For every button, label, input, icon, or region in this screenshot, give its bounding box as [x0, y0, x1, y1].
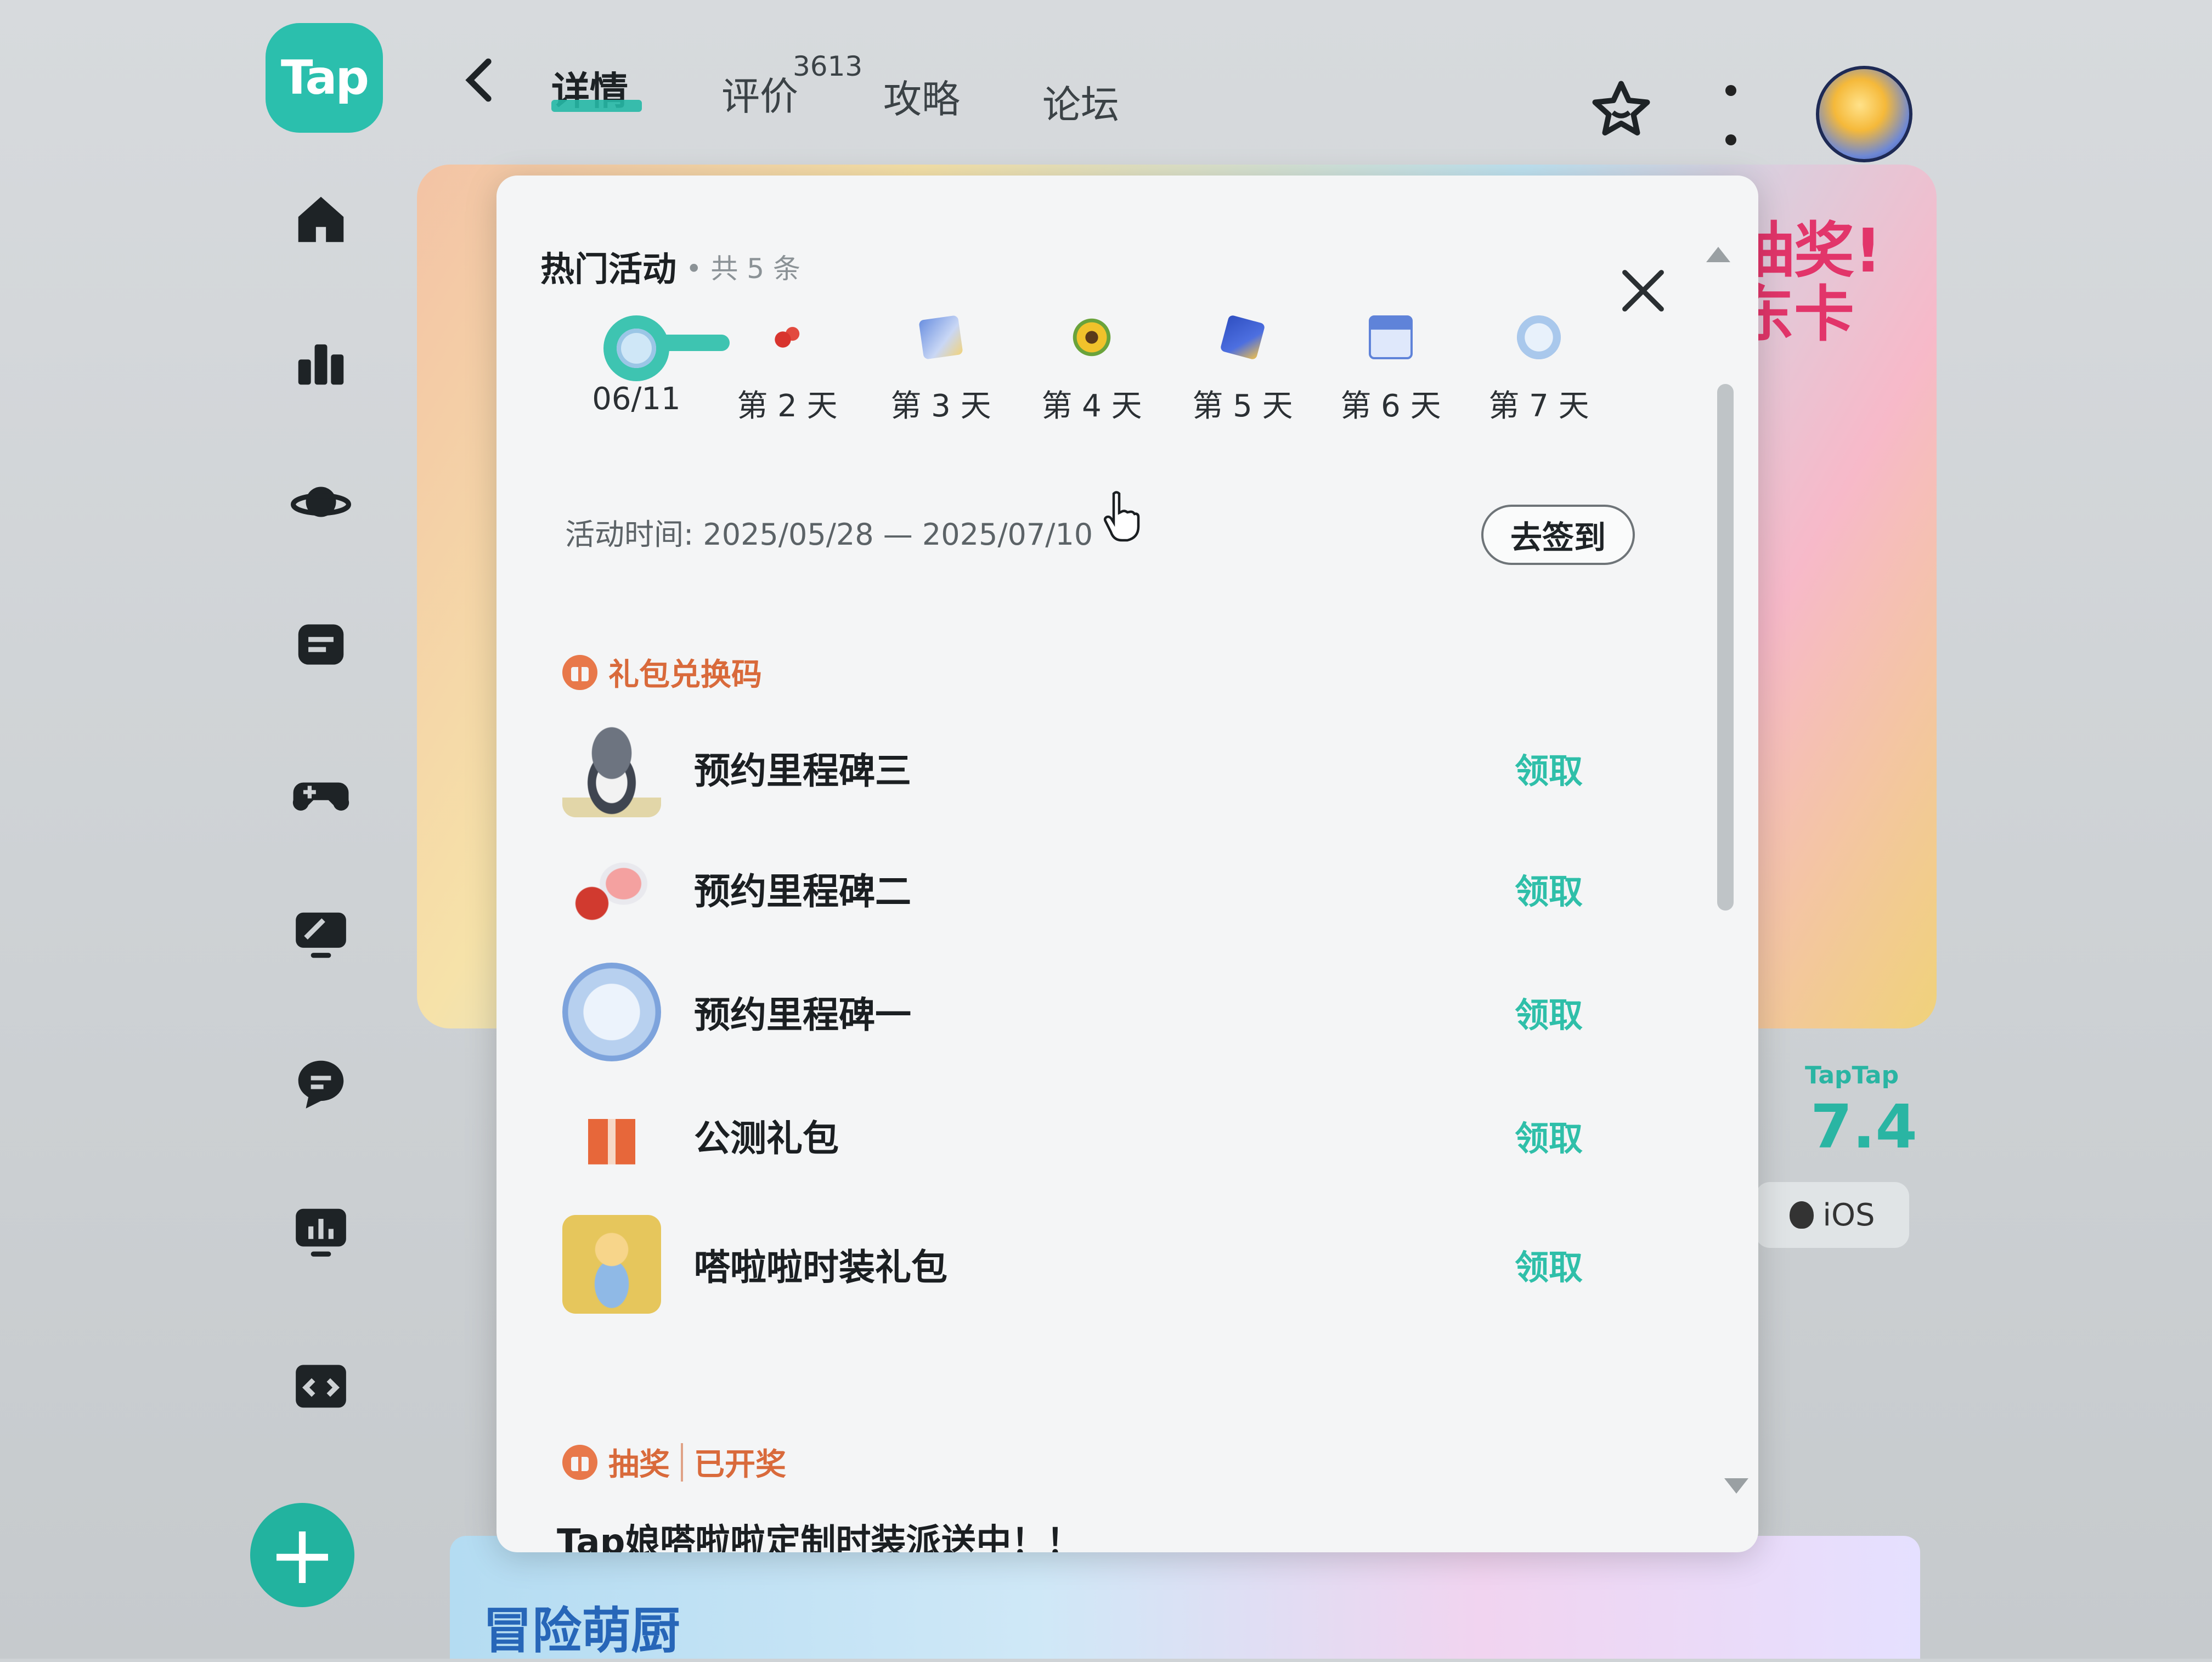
gift-name: 预约里程碑三 — [694, 750, 911, 792]
gift-name: 嗒啦啦时装礼包 — [694, 1246, 947, 1288]
scroll-up-icon[interactable] — [1706, 247, 1730, 262]
lottery-gift-icon — [562, 1444, 597, 1480]
add-button[interactable]: + — [250, 1503, 354, 1607]
plate-icon — [562, 963, 661, 1061]
tab-guides[interactable]: 攻略 — [883, 69, 960, 124]
gift-icon — [562, 654, 597, 690]
gamepad-icon[interactable] — [285, 757, 357, 828]
signin-day[interactable]: 第 6 天 — [1336, 315, 1446, 426]
signin-day-label: 06/11 — [592, 381, 681, 417]
reward-book-icon — [1220, 314, 1266, 360]
reward-card-icon — [1369, 315, 1413, 359]
signin-day-label: 第 5 天 — [1192, 388, 1293, 424]
taptap-logo[interactable]: Tap — [266, 23, 383, 133]
stats-icon[interactable] — [285, 1196, 357, 1267]
gift-box-icon — [562, 1086, 661, 1185]
penguin-character-icon — [562, 719, 661, 817]
cloud-play-icon[interactable] — [285, 900, 357, 971]
tab-reviews[interactable]: 评价 — [721, 66, 798, 121]
active-tab-indicator — [551, 100, 642, 112]
hot-activities-modal: 热门活动 • 共 5 条 06/11 第 2 天 第 3 天 第 4 天 第 5… — [496, 176, 1758, 1552]
gift-codes-header: 礼包兑换码 — [562, 650, 762, 694]
signin-day[interactable]: 06/11 — [582, 315, 691, 417]
reward-berries-icon — [765, 315, 809, 359]
chat-bubble-icon[interactable] — [285, 1048, 357, 1119]
scrollbar[interactable] — [1717, 384, 1734, 911]
claim-button[interactable]: 领取 — [1515, 1240, 1583, 1289]
platform-button[interactable]: iOS — [1756, 1182, 1909, 1248]
user-avatar[interactable] — [1816, 66, 1912, 162]
modal-title: 热门活动 — [540, 249, 677, 289]
signin-day-label: 第 7 天 — [1488, 388, 1589, 424]
gift-codes-title: 礼包兑换码 — [608, 657, 762, 693]
reviews-count: 3613 — [793, 50, 863, 82]
lottery-title: 抽奖 — [608, 1447, 670, 1483]
signin-day-label: 第 3 天 — [890, 388, 991, 424]
apple-icon — [1790, 1201, 1814, 1229]
signin-day-label: 第 4 天 — [1041, 388, 1142, 424]
divider — [681, 1443, 683, 1482]
favorite-star-icon[interactable] — [1588, 77, 1654, 143]
gift-item[interactable]: 预约里程碑二 领取 — [562, 839, 1583, 938]
rating-value: 7.4 — [1810, 1092, 1917, 1162]
signin-day[interactable]: 第 4 天 — [1037, 315, 1147, 426]
code-icon[interactable] — [285, 1349, 357, 1421]
claim-button[interactable]: 领取 — [1515, 1111, 1583, 1160]
hand-cursor-icon — [1103, 488, 1141, 543]
bottom-banner-title: 冒险萌厨 — [483, 1602, 680, 1660]
signin-day[interactable]: 第 2 天 — [732, 315, 842, 426]
signin-button[interactable]: 去签到 — [1481, 505, 1635, 565]
signin-day-label: 第 6 天 — [1340, 388, 1441, 424]
more-options-icon[interactable] — [1720, 85, 1742, 145]
reward-flower-icon — [1070, 315, 1114, 359]
tab-forum[interactable]: 论坛 — [1042, 74, 1119, 129]
close-icon[interactable] — [1616, 263, 1671, 318]
rating-brand: TapTap — [1805, 1061, 1899, 1089]
signin-day[interactable]: 第 5 天 — [1188, 314, 1297, 426]
drink-and-fruit-icon — [562, 839, 661, 938]
signin-day[interactable]: 第 7 天 — [1484, 315, 1594, 426]
signin-day[interactable]: 第 3 天 — [886, 315, 996, 426]
claim-button[interactable]: 领取 — [1515, 864, 1583, 913]
scroll-down-icon[interactable] — [1724, 1478, 1748, 1494]
reward-ticket-icon — [918, 315, 963, 360]
lottery-header: 抽奖 已开奖 — [562, 1440, 786, 1484]
app-window: 抽奖! 东卡 TapTap 7.4 iOS 冒险萌厨 Tap + 详情 评价 3… — [0, 0, 2212, 1660]
reward-plate-icon — [1517, 315, 1561, 359]
gift-item[interactable]: 公测礼包 领取 — [562, 1086, 1583, 1185]
gift-item[interactable]: 预约里程碑一 领取 — [562, 963, 1583, 1061]
lottery-status: 已开奖 — [694, 1447, 786, 1483]
gift-name: 预约里程碑二 — [694, 870, 911, 913]
planet-icon[interactable] — [285, 466, 357, 538]
message-icon[interactable] — [285, 609, 357, 680]
costume-character-icon — [562, 1215, 661, 1314]
gift-name: 公测礼包 — [694, 1117, 839, 1160]
back-arrow-icon[interactable] — [455, 53, 505, 108]
home-icon[interactable] — [285, 184, 357, 255]
platform-label: iOS — [1822, 1197, 1875, 1233]
ranking-icon[interactable] — [285, 326, 357, 398]
modal-count: • 共 5 条 — [686, 253, 800, 285]
gift-item[interactable]: 预约里程碑三 领取 — [562, 719, 1583, 817]
signin-day-label: 第 2 天 — [737, 388, 838, 424]
claim-button[interactable]: 领取 — [1515, 743, 1583, 793]
gift-item[interactable]: 嗒啦啦时装礼包 领取 — [562, 1215, 1583, 1314]
lottery-description[interactable]: Tap娘嗒啦啦定制时装派送中！！ — [557, 1514, 1081, 1552]
claim-button[interactable]: 领取 — [1515, 987, 1583, 1037]
activity-time: 活动时间: 2025/05/28 — 2025/07/10 — [565, 517, 1093, 552]
gift-name: 预约里程碑一 — [694, 994, 911, 1036]
